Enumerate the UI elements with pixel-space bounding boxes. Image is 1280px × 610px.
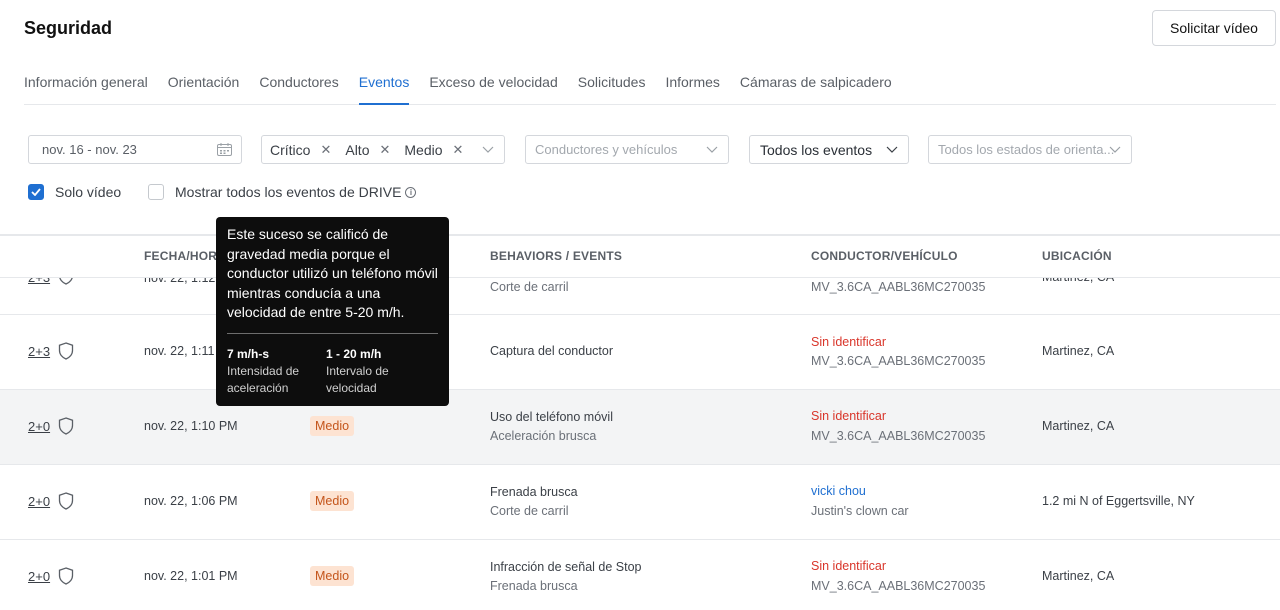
event-datetime: nov. 22, 1:06 PM xyxy=(144,494,238,508)
info-icon[interactable]: i xyxy=(405,186,417,198)
event-datetime: nov. 22, 1:10 PM xyxy=(144,419,238,433)
tab-dashcams[interactable]: Cámaras de salpicadero xyxy=(740,73,892,105)
tooltip-metric-label: Intervalo de velocidad xyxy=(326,364,389,395)
tooltip-metric-value: 7 m/h-s xyxy=(227,347,270,361)
shield-icon[interactable] xyxy=(58,492,74,510)
tooltip-metric-speed: 1 - 20 m/h Intervalo de velocidad xyxy=(326,347,421,397)
date-range-picker[interactable]: nov. 16 - nov. 23 xyxy=(28,135,242,164)
event-location: 1.2 mi N of Eggertsville, NY xyxy=(1042,494,1195,508)
table-row[interactable]: 2+3 nov. 22, 1:11 PM Captura del conduct… xyxy=(0,315,1280,390)
shield-icon[interactable] xyxy=(58,417,74,435)
events-select-value: Todos los eventos xyxy=(760,141,873,158)
request-video-button[interactable]: Solicitar vídeo xyxy=(1152,10,1276,46)
severity-chip: Crítico ✕ xyxy=(270,141,332,158)
event-location: Martinez, CA xyxy=(1042,569,1115,583)
severity-tooltip: Este suceso se calificó de gravedad medi… xyxy=(216,217,449,406)
tab-drivers[interactable]: Conductores xyxy=(259,73,338,105)
severity-badge[interactable]: Medio xyxy=(310,491,355,511)
event-behavior: Uso del teléfono móvil xyxy=(490,410,613,424)
severity-chip: Alto ✕ xyxy=(345,141,391,158)
column-header-behaviors[interactable]: BEHAVIORS / EVENTS xyxy=(490,249,622,263)
table-row[interactable]: 2+0 nov. 22, 1:06 PM Medio Frenada brusc… xyxy=(0,465,1280,540)
video-only-option[interactable]: Solo vídeo xyxy=(28,184,121,200)
severity-badge[interactable]: Medio xyxy=(310,566,355,586)
chevron-down-icon xyxy=(1109,146,1121,153)
tooltip-description: Este suceso se calificó de gravedad medi… xyxy=(227,226,438,321)
check-icon xyxy=(31,188,41,196)
tab-reports[interactable]: Informes xyxy=(665,73,719,105)
video-only-checkbox[interactable] xyxy=(28,184,44,200)
media-count-link[interactable]: 2+0 xyxy=(28,569,50,584)
video-only-label: Solo vídeo xyxy=(55,184,122,200)
table-row[interactable]: 2+0 nov. 22, 1:10 PM Medio Uso del teléf… xyxy=(0,390,1280,465)
date-range-value: nov. 16 - nov. 23 xyxy=(42,142,137,157)
event-behavior: Infracción de señal de Stop xyxy=(490,560,642,574)
event-behavior: Captura del conductor xyxy=(490,344,613,358)
column-header-location[interactable]: UBICACIÓN xyxy=(1042,249,1112,263)
media-count-link[interactable]: 2+0 xyxy=(28,419,50,434)
tooltip-divider xyxy=(227,333,438,334)
remove-chip-icon[interactable]: ✕ xyxy=(320,142,331,158)
driver-name[interactable]: Sin identificar xyxy=(811,335,886,349)
tab-events[interactable]: Eventos xyxy=(358,73,410,105)
drivers-vehicles-select[interactable]: Conductores y vehículos xyxy=(525,135,729,164)
event-behavior-secondary: Frenada brusca xyxy=(490,579,578,593)
tab-bar: Información general Orientación Conducto… xyxy=(24,73,1276,105)
driver-name[interactable]: Sin identificar xyxy=(811,559,886,573)
event-location: Martinez, CA xyxy=(1042,419,1115,433)
column-header-datetime[interactable]: FECHA/HORA xyxy=(144,249,226,263)
show-drive-option[interactable]: Mostrar todos los eventos de DRIVE i xyxy=(148,184,417,200)
event-behavior: Frenada brusca xyxy=(490,485,578,499)
remove-chip-icon[interactable]: ✕ xyxy=(379,142,390,158)
chevron-down-icon xyxy=(706,146,718,153)
chevron-down-icon xyxy=(886,146,898,153)
driver-name[interactable]: vicki chou xyxy=(811,484,866,498)
vehicle-name: MV_3.6CA_AABL36MC270035 xyxy=(811,354,986,368)
severity-filter[interactable]: Crítico ✕ Alto ✕ Medio ✕ xyxy=(261,135,505,164)
vehicle-name: MV_3.6CA_AABL36MC270035 xyxy=(811,429,986,443)
event-datetime: nov. 22, 1:01 PM xyxy=(144,569,238,583)
shield-icon[interactable] xyxy=(58,567,74,585)
event-behavior-secondary: Corte de carril xyxy=(490,504,569,518)
remove-chip-icon[interactable]: ✕ xyxy=(453,142,464,158)
calendar-icon xyxy=(217,143,232,156)
vehicle-name: Justin's clown car xyxy=(811,504,909,518)
chevron-down-icon xyxy=(482,146,494,153)
severity-badge[interactable]: Medio xyxy=(310,416,355,436)
table-row[interactable]: 2+0 nov. 22, 1:01 PM Medio Infracción de… xyxy=(0,540,1280,610)
vehicle-name: MV_3.6CA_AABL36MC270035 xyxy=(811,280,986,294)
tab-speeding[interactable]: Exceso de velocidad xyxy=(429,73,557,105)
events-type-select[interactable]: Todos los eventos xyxy=(749,135,909,164)
event-location: Martinez, CA xyxy=(1042,344,1115,358)
column-header-driver[interactable]: CONDUCTOR/VEHÍCULO xyxy=(811,249,958,263)
event-behavior-secondary: Corte de carril xyxy=(490,280,569,294)
tab-overview[interactable]: Información general xyxy=(24,73,148,105)
drivers-placeholder: Conductores y vehículos xyxy=(535,142,678,157)
show-drive-checkbox[interactable] xyxy=(148,184,164,200)
table-header: FECHA/HORA BEHAVIORS / EVENTS CONDUCTOR/… xyxy=(0,236,1280,278)
page-title: Seguridad xyxy=(24,18,113,38)
event-behavior-secondary: Aceleración brusca xyxy=(490,429,597,443)
tooltip-metric-acceleration: 7 m/h-s Intensidad de aceleración xyxy=(227,347,322,397)
shield-icon[interactable] xyxy=(58,342,74,360)
tab-coaching[interactable]: Orientación xyxy=(168,73,240,105)
tooltip-metric-value: 1 - 20 m/h xyxy=(326,347,382,361)
media-count-link[interactable]: 2+0 xyxy=(28,494,50,509)
show-drive-label: Mostrar todos los eventos de DRIVE xyxy=(175,184,402,200)
orientation-status-select[interactable]: Todos los estados de orienta... xyxy=(928,135,1132,164)
vehicle-name: MV_3.6CA_AABL36MC270035 xyxy=(811,579,986,593)
media-count-link[interactable]: 2+3 xyxy=(28,344,50,359)
severity-chip: Medio ✕ xyxy=(404,141,464,158)
tab-requests[interactable]: Solicitudes xyxy=(578,73,646,105)
driver-name[interactable]: Sin identificar xyxy=(811,409,886,423)
tooltip-metric-label: Intensidad de aceleración xyxy=(227,364,300,395)
orientation-placeholder: Todos los estados de orienta... xyxy=(938,142,1115,157)
